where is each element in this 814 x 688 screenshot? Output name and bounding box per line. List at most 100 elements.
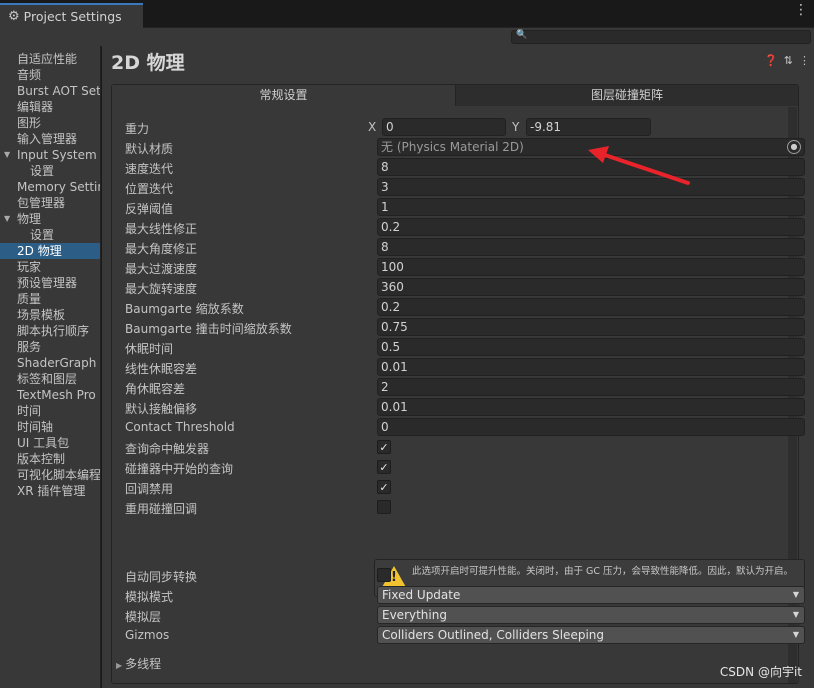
sidebar-item-burst[interactable]: Burst AOT Settings xyxy=(0,83,100,99)
sidebar-item-visual-scripting[interactable]: 可视化脚本编程 xyxy=(0,467,100,483)
gravity-y-field[interactable]: -9.81 xyxy=(526,118,651,136)
queries-start-in-colliders-checkbox[interactable]: ✓ xyxy=(377,460,391,474)
baumgarte-toi-scale-label: Baumgarte 撞击时间缩放系数 xyxy=(125,322,292,336)
bounce-threshold-field[interactable]: 1 xyxy=(377,198,805,216)
callbacks-on-disable-checkbox[interactable]: ✓ xyxy=(377,480,391,494)
project-settings-tab[interactable]: ⚙ Project Settings xyxy=(0,3,143,28)
window-menu-icon[interactable]: ⋮ xyxy=(794,3,808,17)
default-contact-offset-field[interactable]: 0.01 xyxy=(377,398,805,416)
multithreading-foldout[interactable]: ▶ 多线程 xyxy=(116,655,161,672)
time-to-sleep-field[interactable]: 0.5 xyxy=(377,338,805,356)
sidebar-item-label: 物理 xyxy=(17,212,42,226)
watermark: CSDN @向宇it xyxy=(719,665,802,679)
sidebar-item-input-settings[interactable]: 设置 xyxy=(0,163,100,179)
sidebar-item-memory[interactable]: Memory Settings xyxy=(0,179,100,195)
sidebar-item-adaptive-performance[interactable]: 自适应性能 xyxy=(0,51,100,67)
sidebar-item-timeline[interactable]: 时间轴 xyxy=(0,419,100,435)
queries-hit-triggers-label: 查询命中触发器 xyxy=(125,442,210,456)
dropdown-value: Colliders Outlined, Colliders Sleeping xyxy=(382,628,604,642)
search-icon: 🔍 xyxy=(516,30,528,40)
sidebar-item-scene-template[interactable]: 场景模板 xyxy=(0,307,100,323)
max-angular-correction-label: 最大角度修正 xyxy=(125,242,198,256)
tab-general-settings[interactable]: 常规设置 xyxy=(112,85,456,106)
sidebar-item-textmesh-pro[interactable]: TextMesh Pro xyxy=(0,387,100,403)
help-icon[interactable]: ❓ xyxy=(764,54,778,67)
search-input[interactable]: 🔍 xyxy=(511,30,811,44)
default-material-field[interactable]: 无 (Physics Material 2D) ● xyxy=(377,138,805,156)
settings-tabs: 常规设置 图层碰撞矩阵 xyxy=(112,85,798,106)
dropdown-value: Fixed Update xyxy=(382,588,461,602)
linear-sleep-tolerance-field[interactable]: 0.01 xyxy=(377,358,805,376)
chevron-down-icon: ▼ xyxy=(792,590,799,599)
sidebar-item-editor[interactable]: 编辑器 xyxy=(0,99,100,115)
max-translation-speed-label: 最大过渡速度 xyxy=(125,262,198,276)
sidebar-item-input-manager[interactable]: 输入管理器 xyxy=(0,131,100,147)
sidebar-item-services[interactable]: 服务 xyxy=(0,339,100,355)
simulation-mode-label: 模拟模式 xyxy=(125,590,174,604)
window-titlebar: ⚙ Project Settings ⋮ xyxy=(0,0,814,28)
sidebar-item-preset-manager[interactable]: 预设管理器 xyxy=(0,275,100,291)
header-icons: ❓ ⇅ ⋮ xyxy=(764,54,810,67)
sidebar-item-physics-settings[interactable]: 设置 xyxy=(0,227,100,243)
sidebar-item-audio[interactable]: 音频 xyxy=(0,67,100,83)
physics2d-panel: 常规设置 图层碰撞矩阵 重力 X 0 Y -9.81 默认材质 无 (Physi… xyxy=(111,84,805,684)
max-angular-correction-field[interactable]: 8 xyxy=(377,238,805,256)
sidebar-item-xr-plugin[interactable]: XR 插件管理 xyxy=(0,483,100,499)
queries-hit-triggers-checkbox[interactable]: ✓ xyxy=(377,440,391,454)
bounce-threshold-label: 反弹阈值 xyxy=(125,202,174,216)
simulation-mode-dropdown[interactable]: Fixed Update ▼ xyxy=(377,586,805,604)
sidebar-item-time[interactable]: 时间 xyxy=(0,403,100,419)
linear-sleep-tolerance-label: 线性休眠容差 xyxy=(125,362,198,376)
chevron-down-icon: ▼ xyxy=(792,630,799,639)
sidebar-item-quality[interactable]: 质量 xyxy=(0,291,100,307)
gizmos-dropdown[interactable]: Colliders Outlined, Colliders Sleeping ▼ xyxy=(377,626,805,644)
max-rotation-speed-field[interactable]: 360 xyxy=(377,278,805,296)
max-translation-speed-field[interactable]: 100 xyxy=(377,258,805,276)
expand-arrow-icon[interactable]: ▼ xyxy=(4,211,10,227)
object-picker-icon[interactable]: ● xyxy=(787,140,801,154)
velocity-iterations-label: 速度迭代 xyxy=(125,162,174,176)
gravity-y-label: Y xyxy=(512,120,520,134)
sidebar-item-input-system[interactable]: ▼ Input System Package xyxy=(0,147,100,163)
queries-start-in-colliders-label: 碰撞器中开始的查询 xyxy=(125,462,234,476)
tab-layer-collision-matrix[interactable]: 图层碰撞矩阵 xyxy=(456,85,798,106)
sidebar-item-physics-2d[interactable]: 2D 物理 xyxy=(0,243,100,259)
expand-arrow-icon[interactable]: ▼ xyxy=(4,147,10,163)
toolbar: 🔍 xyxy=(0,28,814,46)
sidebar-item-physics[interactable]: ▼ 物理 xyxy=(0,211,100,227)
reuse-collision-callbacks-label: 重用碰撞回调 xyxy=(125,502,198,516)
contact-threshold-field[interactable]: 0 xyxy=(377,418,805,436)
time-to-sleep-label: 休眠时间 xyxy=(125,342,174,356)
position-iterations-field[interactable]: 3 xyxy=(377,178,805,196)
more-options-icon[interactable]: ⋮ xyxy=(799,54,810,67)
settings-content: 2D 物理 ❓ ⇅ ⋮ 常规设置 图层碰撞矩阵 重力 X 0 Y -9.81 默… xyxy=(102,46,814,688)
max-linear-correction-field[interactable]: 0.2 xyxy=(377,218,805,236)
gravity-x-field[interactable]: 0 xyxy=(382,118,506,136)
reuse-collision-callbacks-checkbox[interactable] xyxy=(377,500,391,514)
warning-icon-mark: ! xyxy=(391,570,397,585)
simulation-layers-dropdown[interactable]: Everything ▼ xyxy=(377,606,805,624)
sidebar-item-tags-layers[interactable]: 标签和图层 xyxy=(0,371,100,387)
max-linear-correction-label: 最大线性修正 xyxy=(125,222,198,236)
preset-icon[interactable]: ⇅ xyxy=(784,54,793,67)
angular-sleep-tolerance-field[interactable]: 2 xyxy=(377,378,805,396)
gear-icon: ⚙ xyxy=(8,9,20,24)
auto-sync-transforms-checkbox[interactable] xyxy=(377,568,391,582)
sidebar-item-version-control[interactable]: 版本控制 xyxy=(0,451,100,467)
sidebar-item-player[interactable]: 玩家 xyxy=(0,259,100,275)
velocity-iterations-field[interactable]: 8 xyxy=(377,158,805,176)
simulation-layers-label: 模拟层 xyxy=(125,610,162,624)
baumgarte-scale-label: Baumgarte 缩放系数 xyxy=(125,302,244,316)
default-contact-offset-label: 默认接触偏移 xyxy=(125,402,198,416)
auto-sync-transforms-label: 自动同步转换 xyxy=(125,570,198,584)
sidebar-item-ui-toolkit[interactable]: UI 工具包 xyxy=(0,435,100,451)
baumgarte-toi-scale-field[interactable]: 0.75 xyxy=(377,318,805,336)
sidebar-item-package-manager[interactable]: 包管理器 xyxy=(0,195,100,211)
sidebar-item-graphics[interactable]: 图形 xyxy=(0,115,100,131)
sidebar-item-script-execution-order[interactable]: 脚本执行顺序 xyxy=(0,323,100,339)
baumgarte-scale-field[interactable]: 0.2 xyxy=(377,298,805,316)
settings-sidebar: 自适应性能 音频 Burst AOT Settings 编辑器 图形 输入管理器… xyxy=(0,46,101,688)
sidebar-item-shadergraph[interactable]: ShaderGraph xyxy=(0,355,100,371)
sidebar-item-label: Input System Package xyxy=(17,148,100,162)
dropdown-value: Everything xyxy=(382,608,447,622)
